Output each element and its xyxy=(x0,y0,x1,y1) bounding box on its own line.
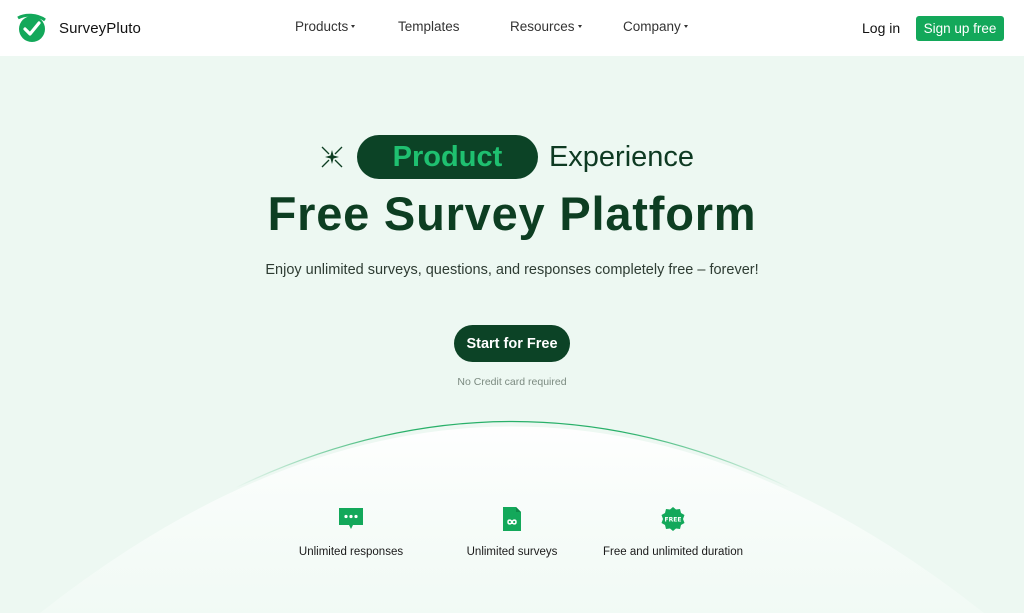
free-badge-icon: FREE xyxy=(661,507,685,531)
caret-down-icon xyxy=(351,25,356,28)
signup-button[interactable]: Sign up free xyxy=(916,16,1004,41)
feature-unlimited-responses: Unlimited responses xyxy=(266,506,436,558)
login-link[interactable]: Log in xyxy=(862,20,900,36)
feature-unlimited-surveys: Unlimited surveys xyxy=(427,506,597,558)
caret-down-icon xyxy=(683,25,688,28)
free-badge-text: FREE xyxy=(665,516,682,523)
nav-resources-label: Resources xyxy=(510,19,575,34)
infinity-document-icon xyxy=(503,507,521,531)
start-for-free-button[interactable]: Start for Free xyxy=(454,325,570,362)
brand-logo[interactable]: SurveyPluto xyxy=(15,12,141,44)
surveypluto-logo-icon xyxy=(17,13,46,42)
top-navbar: SurveyPluto Products Templates Resources… xyxy=(0,0,1024,56)
feature-label: Free and unlimited duration xyxy=(603,546,743,558)
hero-subtitle: Enjoy unlimited surveys, questions, and … xyxy=(265,262,759,278)
hero-tagline-row: Product Experience xyxy=(0,134,1024,180)
nav-products[interactable]: Products xyxy=(295,19,356,34)
no-credit-card-note: No Credit card required xyxy=(457,376,567,388)
product-pill: Product xyxy=(356,135,538,179)
nav-products-label: Products xyxy=(295,19,349,34)
nav-company-label: Company xyxy=(623,19,681,34)
page-title: Free Survey Platform xyxy=(267,187,757,240)
experience-text: Experience xyxy=(548,140,695,173)
brand-name: SurveyPluto xyxy=(59,19,141,37)
feature-free-duration: FREE Free and unlimited duration xyxy=(588,506,758,558)
feature-label: Unlimited responses xyxy=(298,546,404,558)
nav-templates-label: Templates xyxy=(398,19,460,34)
caret-down-icon xyxy=(577,25,582,28)
sparkle-icon xyxy=(321,146,343,168)
nav-company[interactable]: Company xyxy=(623,19,688,34)
nav-templates[interactable]: Templates xyxy=(398,19,460,34)
feature-label: Unlimited surveys xyxy=(466,546,558,558)
nav-resources[interactable]: Resources xyxy=(510,19,582,34)
chat-bubble-icon xyxy=(339,508,363,529)
